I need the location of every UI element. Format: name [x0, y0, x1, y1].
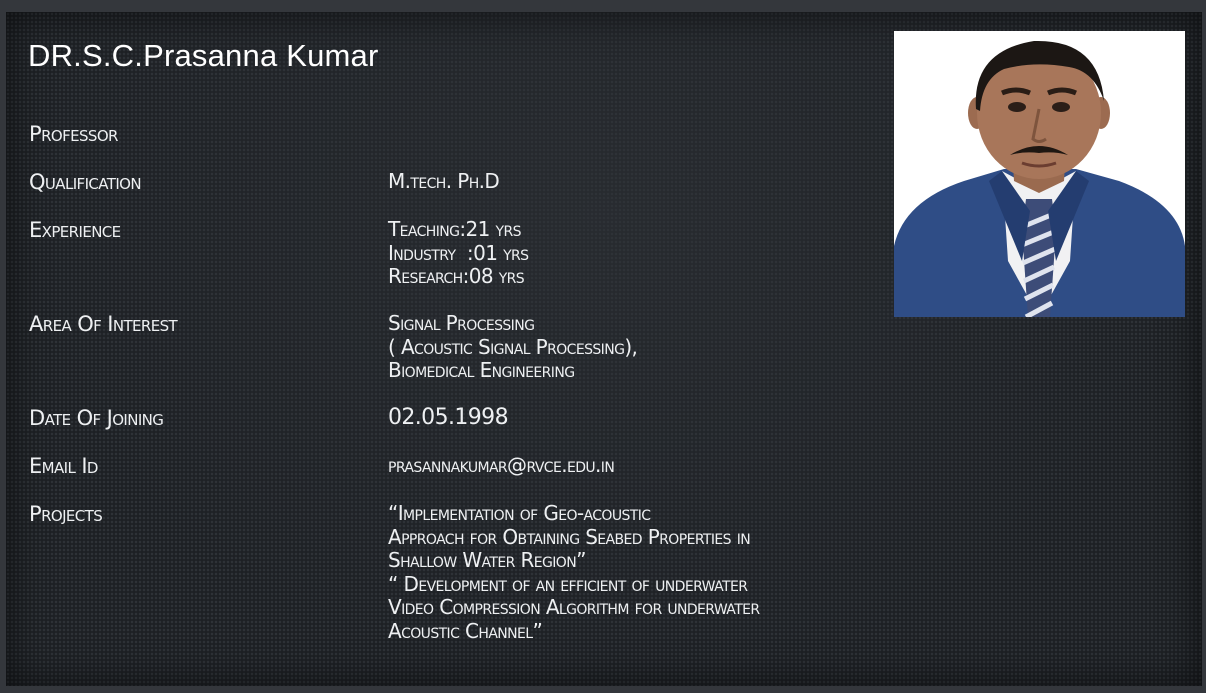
profile-photo — [894, 31, 1185, 317]
projects-value: “Implementation of Geo-acoustic Approach… — [388, 501, 760, 643]
profile-portrait-image — [894, 31, 1185, 317]
interest-line: ( Acoustic Signal Processing), — [388, 334, 638, 359]
area-of-interest-value: Signal Processing ( Acoustic Signal Proc… — [388, 311, 638, 383]
designation-label: Professor — [29, 122, 118, 146]
experience-value: Teaching:21 yrs Industry :01 yrs Researc… — [388, 217, 529, 289]
projects-label: Projects — [29, 502, 103, 526]
project-line: “Implementation of Geo-acoustic — [388, 501, 651, 525]
area-of-interest-label: Area Of Interest — [29, 312, 178, 336]
window-frame: DR.S.C.Prasanna Kumar Professor Qualific… — [0, 0, 1206, 693]
date-of-joining-label: Date Of Joining — [29, 406, 164, 430]
profile-slide: DR.S.C.Prasanna Kumar Professor Qualific… — [6, 12, 1202, 686]
email-label: Email Id — [29, 454, 98, 478]
project-line: “ Development of an efficient of underwa… — [388, 571, 748, 596]
qualification-value: M.tech. Ph.D — [388, 169, 500, 193]
project-line: Video Compression Algorithm for underwat… — [388, 595, 760, 619]
experience-line: Teaching:21 yrs — [388, 217, 521, 241]
project-line: Approach for Obtaining Seabed Properties… — [388, 524, 751, 549]
interest-line: Biomedical Engineering — [388, 358, 575, 382]
project-line: Acoustic Channel” — [388, 618, 543, 643]
interest-line: Signal Processing — [388, 311, 535, 335]
project-line: Shallow Water Region” — [388, 548, 586, 572]
qualification-label: Qualification — [29, 170, 142, 194]
email-value[interactable]: prasannakumar@rvce.edu.in — [388, 453, 615, 478]
experience-line: Research:08 yrs — [388, 264, 525, 288]
page-title: DR.S.C.Prasanna Kumar — [28, 38, 379, 73]
date-of-joining-value: 02.05.1998 — [388, 405, 509, 430]
experience-label: Experience — [29, 218, 121, 242]
experience-line: Industry :01 yrs — [388, 240, 529, 265]
